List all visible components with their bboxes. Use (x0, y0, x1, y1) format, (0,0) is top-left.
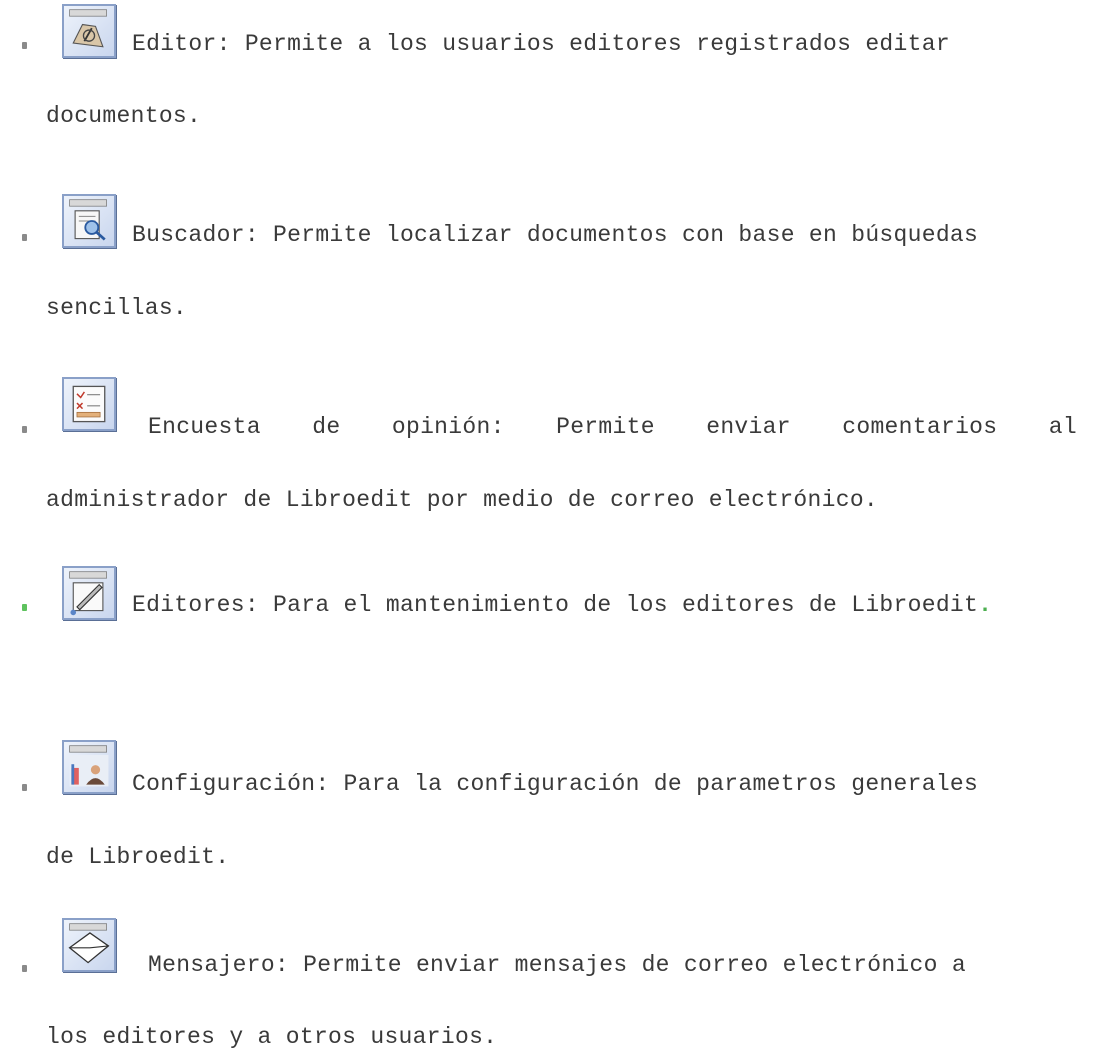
encuesta-description-line2: administrador de Libroedit por medio de … (46, 487, 879, 513)
encuesta-word: Permite (556, 414, 655, 440)
encuesta-word: al (1048, 414, 1077, 440)
mensajero-description-line2: los editores y a otros usuarios. (46, 1024, 498, 1050)
editor-description-line2: documentos. (46, 103, 202, 129)
encuesta-word: de (312, 414, 341, 440)
editores-description-text: Editores: Para el mantenimiento de los e… (132, 592, 979, 618)
encuesta-word: opinión: (391, 414, 505, 440)
editor-description-line1: Editor: Permite a los usuarios editores … (132, 31, 950, 57)
bullet (22, 965, 27, 972)
configuracion-description-line2: de Libroedit. (46, 844, 230, 870)
bullet (22, 604, 27, 611)
mensajero-description-line1: Mensajero: Permite enviar mensajes de co… (148, 952, 966, 978)
editores-icon (62, 566, 116, 620)
mensajero-icon (62, 918, 116, 972)
bullet (22, 42, 27, 49)
encuesta-word: Encuesta (148, 414, 261, 440)
editores-trailing-period: . (978, 592, 993, 618)
editores-description-line1: Editores: Para el mantenimiento de los e… (132, 590, 992, 620)
encuesta-word: enviar (706, 414, 791, 440)
configuracion-description-line1: Configuración: Para la configuración de … (132, 771, 979, 797)
encuesta-icon (62, 377, 116, 431)
buscador-description-line2: sencillas. (46, 295, 188, 321)
editor-icon (62, 4, 116, 58)
buscador-icon (62, 194, 116, 248)
configuracion-icon (62, 740, 116, 794)
bullet (22, 426, 27, 433)
bullet (22, 234, 27, 241)
buscador-description-line1: Buscador: Permite localizar documentos c… (132, 222, 979, 248)
encuesta-word: comentarios (842, 414, 998, 440)
encuesta-description-line1: Encuesta de opinión: Permite enviar come… (148, 412, 1077, 442)
bullet (22, 784, 27, 791)
